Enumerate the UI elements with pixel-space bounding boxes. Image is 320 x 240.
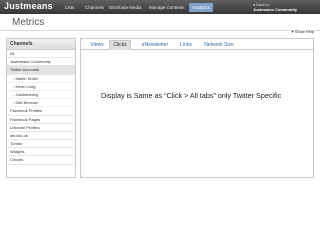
tab-views[interactable]: Views — [87, 41, 107, 50]
channel-subitem-kevin-long[interactable]: - Kevin Long — [7, 83, 75, 91]
channel-subitem-deb-berman[interactable]: - Deb Berman — [7, 99, 75, 108]
nav-channels[interactable]: Channels — [82, 3, 107, 12]
nav-distribute-media[interactable]: Distribute Media — [106, 3, 145, 12]
channel-subitem-martin-smith[interactable]: - Martin Smith — [7, 75, 75, 83]
metrics-tabs: Views Clicks eNewsletter Links Network S… — [81, 39, 313, 50]
tab-network-size[interactable]: Network Size — [199, 41, 239, 50]
channel-item-linkedin-profiles[interactable]: LinkedIn Profiles — [7, 124, 75, 132]
back-to-community-link[interactable]: ◂ Back to Justmeans Community — [253, 2, 317, 12]
tab-clicks[interactable]: Clicks — [109, 40, 131, 50]
channels-header: Channels — [7, 39, 75, 50]
tab-links[interactable]: Links — [177, 41, 195, 50]
page-header: Metrics — [0, 14, 320, 30]
channel-item-facebook-profiles[interactable]: Facebook Profiles — [7, 107, 75, 116]
top-navigation-bar: Justmeans Lists Channels Distribute Medi… — [0, 0, 320, 14]
channel-item-twitter-accounts[interactable]: Twitter Accounts — [7, 66, 75, 75]
justmeans-logo[interactable]: Justmeans — [4, 1, 53, 11]
show-help-label: Show Help — [294, 29, 314, 34]
channel-item-tumblr[interactable]: Tumblr — [7, 140, 75, 149]
channel-subitem-justmeaning[interactable]: - Justmeaning — [7, 91, 75, 100]
channel-item-justmeans-community[interactable]: Justmeans Community — [7, 58, 75, 67]
metrics-content-panel: Views Clicks eNewsletter Links Network S… — [80, 38, 314, 178]
nav-lists[interactable]: Lists — [62, 3, 77, 12]
channel-item-all[interactable]: All — [7, 50, 75, 59]
community-name: Justmeans Community — [253, 7, 298, 12]
page-title: Metrics — [12, 17, 45, 28]
channel-item-delicious[interactable]: del.icio.us — [7, 132, 75, 141]
channels-panel: Channels All Justmeans Community Twitter… — [6, 38, 76, 178]
channel-item-circuits[interactable]: Circuits — [7, 156, 75, 165]
twitter-specific-note: Display is Same as “Click > All tabs” on… — [101, 91, 282, 100]
header-divider — [0, 30, 320, 31]
channel-item-facebook-pages[interactable]: Facebook Pages — [7, 116, 75, 124]
triangle-down-icon: ▾ — [291, 29, 294, 34]
tab-enewsletter[interactable]: eNewsletter — [137, 41, 173, 50]
show-help-toggle[interactable]: ▾Show Help — [292, 29, 314, 34]
channel-item-widgets[interactable]: Widgets — [7, 148, 75, 157]
nav-manage-contents[interactable]: Manage Contents — [146, 3, 188, 12]
nav-analytics[interactable]: Analytics — [189, 3, 214, 12]
